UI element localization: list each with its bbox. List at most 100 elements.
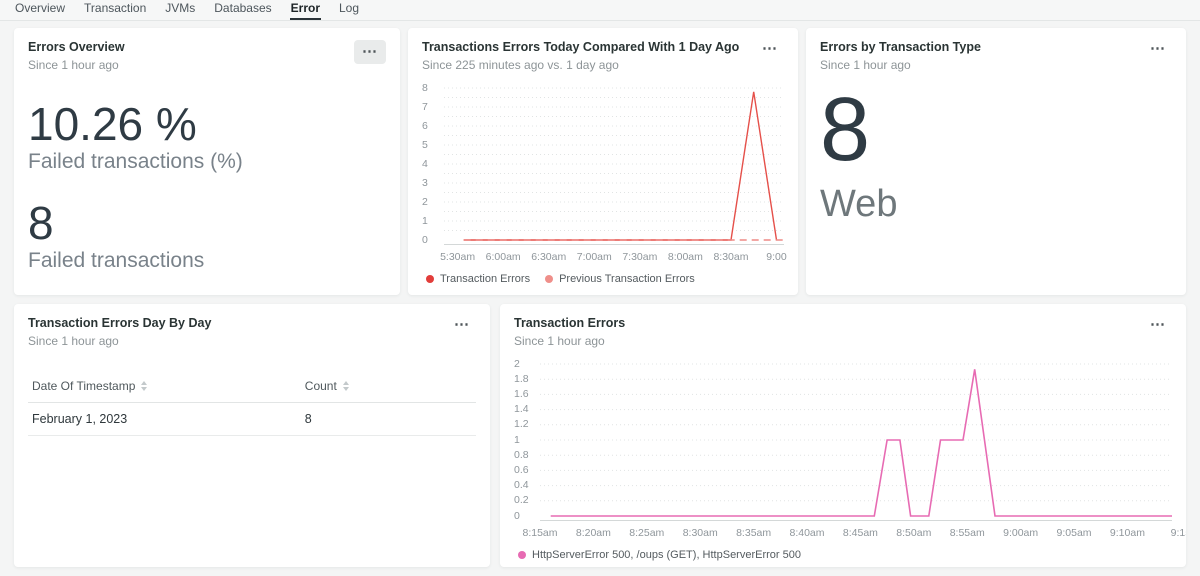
y-tick-label: 2 [422,196,428,208]
x-tick-label: 6:30am [531,251,566,263]
ellipsis-menu-icon[interactable]: ⋯ [448,316,476,334]
metric-value: 8 [28,200,386,246]
x-tick-label: 6:00am [486,251,521,263]
chart-svg [540,356,1172,522]
card-subtitle: Since 1 hour ago [28,334,211,348]
tab-transaction[interactable]: Transaction [83,0,147,20]
x-tick-label: 9:00am [1003,527,1038,539]
column-header-label: Date Of Timestamp [32,379,135,393]
compare-line-chart: 0123456785:30am6:00am6:30am7:00am7:30am8… [422,80,784,285]
y-tick-label: 4 [422,158,428,170]
y-tick-label: 0 [514,510,520,522]
x-tick-label: 8:50am [896,527,931,539]
transaction-type-label: Web [820,183,1172,226]
dashboard: Errors Overview Since 1 hour ago ⋯ 10.26… [0,21,1200,567]
card-header: Errors by Transaction Type Since 1 hour … [820,40,1172,72]
sort-icon [141,378,147,394]
y-tick-label: 5 [422,139,428,151]
errors-table: Date Of Timestamp Count February 1, 2023… [28,370,476,436]
y-tick-label: 1.2 [514,418,529,430]
ellipsis-menu-icon[interactable]: ⋯ [756,40,784,58]
x-tick-label: 8:30am [713,251,748,263]
card-errors-compare: Transactions Errors Today Compared With … [408,28,798,295]
x-tick-label: 8:30am [683,527,718,539]
cell-date: February 1, 2023 [32,403,305,435]
y-tick-label: 6 [422,120,428,132]
x-tick-label: 9:00 [766,251,786,263]
y-axis: 012345678 [422,80,444,246]
chart-svg [444,80,784,246]
dashboard-row-top: Errors Overview Since 1 hour ago ⋯ 10.26… [14,28,1186,295]
tab-overview[interactable]: Overview [14,0,66,20]
legend-dot-icon [426,275,434,283]
card-title: Transaction Errors Day By Day [28,316,211,332]
card-errors-overview: Errors Overview Since 1 hour ago ⋯ 10.26… [14,28,400,295]
y-tick-label: 2 [514,358,520,370]
x-axis: 5:30am6:00am6:30am7:00am7:30am8:00am8:30… [444,248,784,265]
card-subtitle: Since 1 hour ago [514,334,625,348]
sort-icon [343,378,349,394]
x-tick-label: 7:30am [622,251,657,263]
legend-item[interactable]: HttpServerError 500, /oups (GET), HttpSe… [518,549,801,561]
table-header-row: Date Of Timestamp Count [28,370,476,403]
card-subtitle: Since 1 hour ago [820,58,981,72]
x-tick-label: 8:40am [790,527,825,539]
transaction-errors-line-chart: 00.20.40.60.811.21.41.61.828:15am8:20am8… [514,356,1172,561]
metric-failed-transactions-pct: 10.26 % Failed transactions (%) [28,101,386,174]
card-header: Transaction Errors Day By Day Since 1 ho… [28,316,476,348]
legend-dot-icon [545,275,553,283]
plot-area [444,80,784,246]
metric-label: Failed transactions [28,249,386,273]
y-tick-label: 1.4 [514,403,529,415]
legend-label: HttpServerError 500, /oups (GET), HttpSe… [532,549,801,561]
y-axis: 00.20.40.60.811.21.41.61.82 [514,356,540,522]
x-axis: 8:15am8:20am8:25am8:30am8:35am8:40am8:45… [540,524,1172,541]
metric-label: Failed transactions (%) [28,150,386,174]
tab-jvms[interactable]: JVMs [164,0,196,20]
y-tick-label: 0.4 [514,479,529,491]
legend-label: Previous Transaction Errors [559,273,695,285]
tab-error[interactable]: Error [290,0,321,20]
legend-item[interactable]: Transaction Errors [426,273,530,285]
top-nav: Overview Transaction JVMs Databases Erro… [0,0,1200,21]
column-header-date[interactable]: Date Of Timestamp [32,370,305,402]
x-tick-label: 8:20am [576,527,611,539]
x-tick-label: 8:35am [736,527,771,539]
card-title: Errors by Transaction Type [820,40,981,56]
column-header-count[interactable]: Count [305,370,472,402]
x-tick-label: 8:45am [843,527,878,539]
y-tick-label: 0.8 [514,449,529,461]
tab-log[interactable]: Log [338,0,360,20]
card-header: Transactions Errors Today Compared With … [422,40,784,72]
y-tick-label: 7 [422,101,428,113]
y-tick-label: 1.6 [514,388,529,400]
ellipsis-menu-icon[interactable]: ⋯ [1144,40,1172,58]
legend-item[interactable]: Previous Transaction Errors [545,273,695,285]
y-tick-label: 0.2 [514,494,529,506]
card-title: Transactions Errors Today Compared With … [422,40,739,56]
metric-failed-transactions: 8 Failed transactions [28,200,386,273]
x-tick-label: 9:15 [1171,527,1186,539]
x-tick-label: 8:00am [668,251,703,263]
x-tick-label: 8:55am [950,527,985,539]
card-transaction-errors: Transaction Errors Since 1 hour ago ⋯ 0 0… [500,304,1186,567]
ellipsis-menu-icon[interactable]: ⋯ [354,40,386,64]
legend-dot-icon [518,551,526,559]
card-subtitle: Since 1 hour ago [28,58,125,72]
y-tick-label: 1.8 [514,373,529,385]
error-count-value: 8 [820,88,1172,174]
y-tick-label: 0 [422,234,428,246]
ellipsis-menu-icon[interactable]: ⋯ [1144,316,1172,334]
table-row[interactable]: February 1, 2023 8 [28,403,476,436]
plot-area [540,356,1172,522]
x-tick-label: 8:25am [629,527,664,539]
card-title: Transaction Errors [514,316,625,332]
legend-label: Transaction Errors [440,273,530,285]
dashboard-row-bottom: Transaction Errors Day By Day Since 1 ho… [14,304,1186,567]
tab-databases[interactable]: Databases [213,0,272,20]
y-tick-label: 3 [422,177,428,189]
column-header-label: Count [305,379,337,393]
y-tick-label: 1 [514,434,520,446]
cell-count: 8 [305,403,472,435]
card-title: Errors Overview [28,40,125,56]
